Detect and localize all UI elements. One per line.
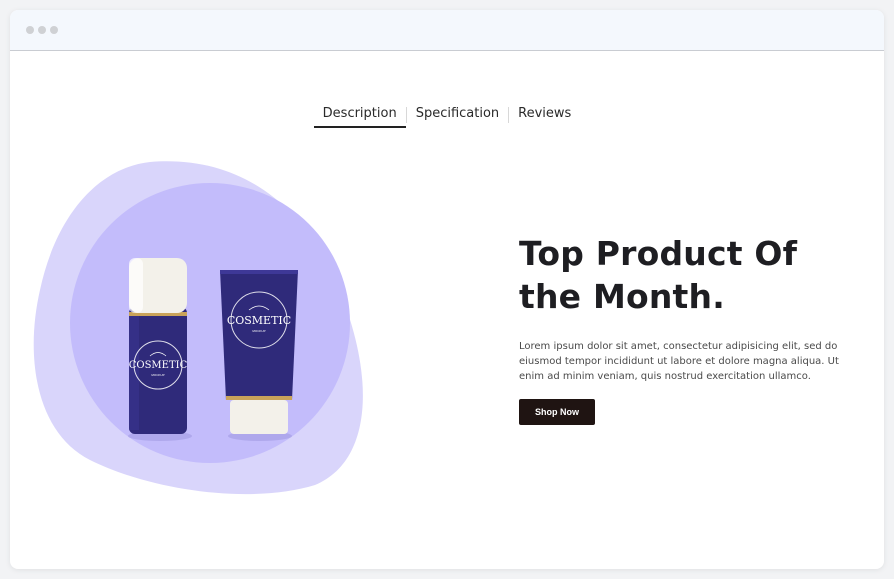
window-titlebar: [10, 10, 884, 51]
tube-brand-text: COSMETIC: [227, 314, 291, 327]
window-dot-minimize[interactable]: [38, 26, 46, 34]
hero-description: Lorem ipsum dolor sit amet, consectetur …: [519, 341, 839, 382]
bottle-product: COSMETIC MOCKUP: [128, 258, 192, 441]
tab-description[interactable]: Description: [313, 104, 406, 128]
headline-line-1: Top Product Of: [519, 234, 798, 273]
bottle-sub-text: MOCKUP: [151, 373, 164, 377]
tube-sub-text: MOCKUP: [252, 329, 265, 333]
window-controls: [26, 26, 58, 34]
tab-reviews[interactable]: Reviews: [509, 104, 580, 128]
tab-specification[interactable]: Specification: [407, 104, 508, 128]
product-tabs: Description Specification Reviews: [10, 104, 884, 128]
headline-line-2: the Month.: [519, 277, 725, 316]
bottle-brand-text: COSMETIC: [129, 360, 188, 371]
tube-product: COSMETIC MOCKUP: [220, 270, 298, 441]
page-title: Top Product Of the Month.: [519, 232, 859, 318]
hero-content: Top Product Of the Month. Lorem ipsum do…: [519, 232, 859, 425]
window-dot-maximize[interactable]: [50, 26, 58, 34]
shop-now-button[interactable]: Shop Now: [519, 399, 595, 425]
window-dot-close[interactable]: [26, 26, 34, 34]
browser-window: Description Specification Reviews COSMET…: [10, 10, 884, 569]
product-illustration: COSMETIC MOCKUP COSMETIC MOCKUP: [33, 161, 363, 495]
inner-blob: [70, 183, 350, 463]
